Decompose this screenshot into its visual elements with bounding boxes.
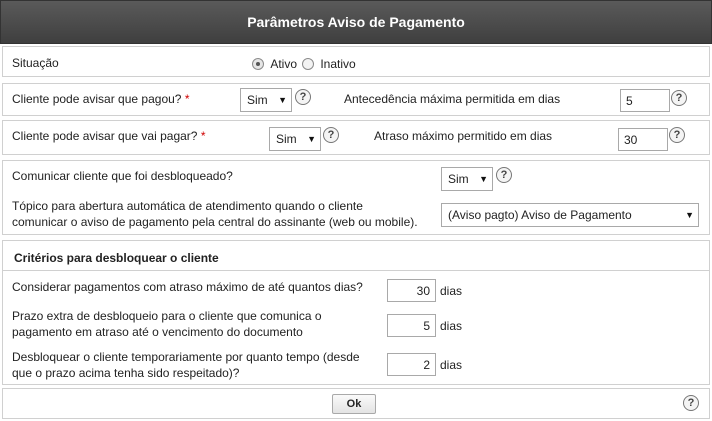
criterios-panel: Critérios para desbloquear o cliente Con… — [2, 240, 710, 385]
atraso-value: 30 — [624, 132, 638, 147]
criterio-3-label-line1: Desbloquear o cliente temporariamente po… — [12, 350, 360, 364]
criterio-3-input[interactable]: 2 — [387, 353, 436, 376]
radio-ativo[interactable]: Ativo — [252, 57, 297, 71]
help-icon[interactable]: ? — [323, 127, 339, 143]
radio-inativo-circle[interactable] — [302, 58, 314, 70]
criterio-3-value: 2 — [423, 357, 430, 372]
footer-panel: Ok ? — [2, 388, 710, 419]
pagou-label-text: Cliente pode avisar que pagou? — [12, 92, 182, 106]
situacao-panel: Situação Ativo Inativo — [2, 46, 710, 77]
ok-button[interactable]: Ok — [332, 394, 376, 414]
topico-select[interactable]: (Aviso pagto) Aviso de Pagamento ▼ — [441, 203, 699, 227]
pagou-label: Cliente pode avisar que pagou? * — [12, 92, 189, 106]
pagou-select-value: Sim — [247, 93, 268, 107]
help-icon[interactable]: ? — [669, 127, 685, 143]
chevron-down-icon: ▼ — [278, 95, 287, 105]
criterio-3-unit: dias — [440, 358, 463, 372]
chevron-down-icon: ▼ — [307, 134, 316, 144]
radio-inativo[interactable]: Inativo — [302, 57, 356, 71]
criterio-2-label-line1: Prazo extra de desbloqueio para o client… — [12, 309, 322, 323]
pagou-panel: Cliente pode avisar que pagou? * Sim ▼ ?… — [2, 83, 710, 116]
topico-label-line2: comunicar o aviso de pagamento pela cent… — [12, 215, 418, 229]
help-icon[interactable]: ? — [683, 395, 699, 411]
required-mark: * — [200, 129, 206, 143]
help-icon[interactable]: ? — [295, 89, 311, 105]
dialog-title-bar: Parâmetros Aviso de Pagamento — [0, 0, 712, 44]
radio-ativo-label: Ativo — [270, 57, 298, 71]
radio-ativo-circle[interactable] — [252, 58, 264, 70]
desbloqueado-select[interactable]: Sim ▼ — [441, 167, 493, 191]
topico-label-line1: Tópico para abertura automática de atend… — [12, 199, 363, 213]
dialog-title: Parâmetros Aviso de Pagamento — [247, 14, 465, 30]
antecedencia-input[interactable]: 5 — [620, 89, 670, 112]
required-mark: * — [184, 92, 190, 106]
criterio-2-unit: dias — [440, 319, 463, 333]
topico-select-value: (Aviso pagto) Aviso de Pagamento — [448, 208, 632, 222]
desbloqueado-label: Comunicar cliente que foi desbloqueado? — [12, 169, 233, 183]
atraso-input[interactable]: 30 — [618, 128, 668, 151]
criterio-2-input[interactable]: 5 — [387, 314, 436, 337]
antecedencia-label: Antecedência máxima permitida em dias — [344, 92, 561, 106]
vai-pagar-panel: Cliente pode avisar que vai pagar? * Sim… — [2, 120, 710, 155]
atraso-label: Atraso máximo permitido em dias — [374, 129, 553, 143]
chevron-down-icon: ▼ — [685, 210, 694, 220]
situacao-label: Situação — [12, 56, 59, 70]
vai-pagar-label-text: Cliente pode avisar que vai pagar? — [12, 129, 198, 143]
criterio-3-label-line2: que o prazo acima tenha sido respeitado)… — [12, 366, 240, 380]
radio-inativo-label: Inativo — [320, 57, 356, 71]
desbloqueado-select-value: Sim — [448, 172, 469, 186]
criterios-divider — [3, 270, 709, 271]
criterio-1-value: 30 — [416, 283, 430, 298]
criterio-1-unit: dias — [440, 284, 463, 298]
vai-pagar-label: Cliente pode avisar que vai pagar? * — [12, 129, 205, 143]
criterio-2-value: 5 — [423, 318, 430, 333]
vai-pagar-select-value: Sim — [276, 132, 297, 146]
criterios-title: Critérios para desbloquear o cliente — [14, 251, 219, 265]
criterio-1-input[interactable]: 30 — [387, 279, 436, 302]
criterio-2-label-line2: pagamento em atraso até o vencimento do … — [12, 325, 303, 339]
chevron-down-icon: ▼ — [479, 174, 488, 184]
help-icon[interactable]: ? — [496, 167, 512, 183]
vai-pagar-select[interactable]: Sim ▼ — [269, 127, 321, 151]
antecedencia-value: 5 — [626, 93, 633, 108]
desbloqueado-panel: Comunicar cliente que foi desbloqueado? … — [2, 160, 710, 235]
criterio-1-label: Considerar pagamentos com atraso máximo … — [12, 280, 363, 294]
help-icon[interactable]: ? — [671, 90, 687, 106]
pagou-select[interactable]: Sim ▼ — [240, 88, 292, 112]
